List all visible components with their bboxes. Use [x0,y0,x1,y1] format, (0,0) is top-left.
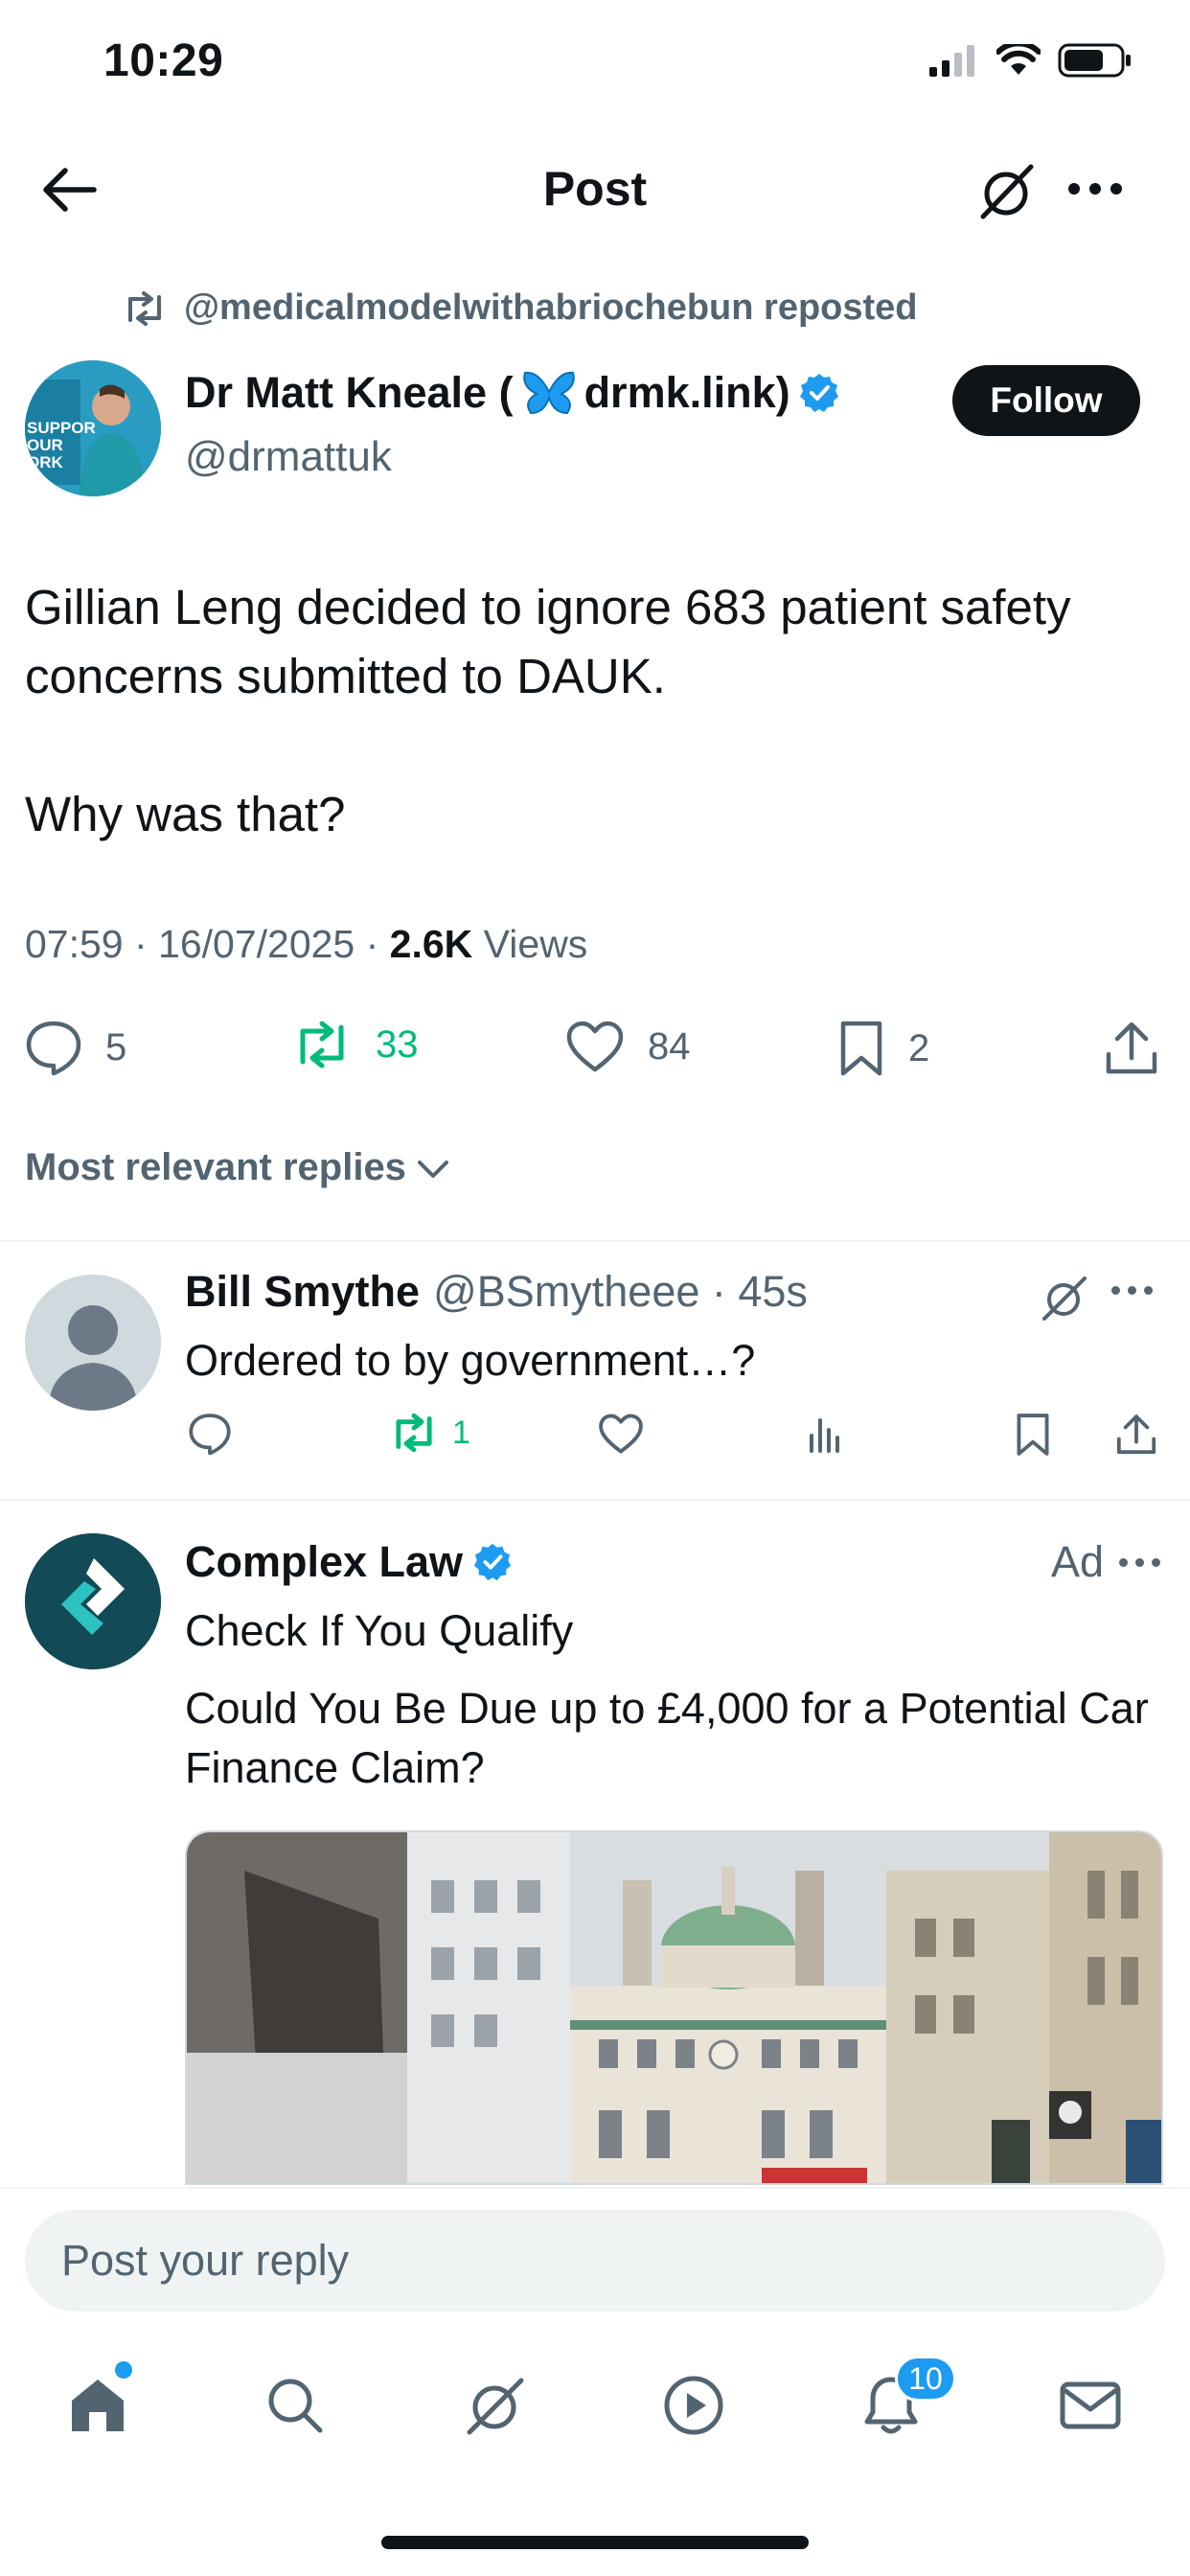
home-icon [72,2380,124,2431]
repost-icon [300,1021,344,1069]
tab-home[interactable] [59,2367,136,2444]
ad-advertiser[interactable]: Complex Law [185,1537,513,1587]
share-icon [1106,1022,1157,1074]
bookmark-count: 2 [908,1026,930,1070]
more-dot-icon [1089,183,1101,195]
post-text: Gillian Leng decided to ignore 683 patie… [25,580,1071,841]
sort-label: Most relevant replies [25,1146,406,1188]
reply-handle-time: @BSmytheee · 45s [433,1267,808,1316]
reply-bookmark-button[interactable] [1014,1413,1052,1457]
ad-headline: Check If You Qualify [185,1606,574,1655]
bookmark-button[interactable]: 2 [837,1020,929,1077]
like-count: 84 [648,1024,691,1068]
cellular-signal-icon [929,45,974,77]
verified-badge-icon [473,1543,512,1581]
more-dot-icon [1128,1286,1136,1295]
author-name-text: Dr Matt Kneale ( [185,368,514,417]
reply-author-name[interactable]: Bill Smythe [185,1267,420,1317]
more-dot-icon [1152,1558,1160,1567]
more-dot-icon [1135,1558,1144,1567]
author-handle[interactable]: @drmattuk [185,433,392,481]
reply-like-button[interactable] [598,1413,644,1455]
grok-icon [467,2378,524,2435]
more-dot-icon [1119,1558,1128,1567]
post-meta: 07:59 · 16/07/2025 · 2.6K Views [25,922,587,967]
like-button[interactable]: 84 [565,1020,691,1073]
reply-more-button[interactable] [1111,1286,1153,1295]
share-icon [1116,1414,1156,1455]
reply-input[interactable]: Post your reply [25,2210,1165,2312]
tab-messages[interactable] [1052,2367,1129,2444]
author-avatar[interactable]: SUPPOR OUR ORK [25,360,161,496]
repost-icon [396,1413,432,1453]
repost-indicator[interactable]: @medicalmodelwithabriochebun reposted [123,288,918,329]
divider [0,1499,1190,1501]
author-name-link-text: drmk.link) [584,368,790,417]
reply-grok-button[interactable] [1037,1271,1090,1324]
tab-search[interactable] [257,2367,333,2444]
replies-sort-dropdown[interactable]: Most relevant replies [25,1146,450,1189]
status-time: 10:29 [103,35,224,86]
share-button[interactable] [1104,1020,1159,1077]
repost-icon [128,290,161,326]
wifi-icon [996,44,1041,75]
notifications-badge: 10 [895,2356,956,2402]
reply-count: 5 [105,1025,127,1069]
home-indicator [381,2536,809,2549]
views-chart-icon [810,1418,839,1453]
reply-text: Ordered to by government…? [185,1336,756,1385]
tab-videos[interactable] [655,2367,732,2444]
heart-icon [566,1021,624,1072]
status-icons [929,42,1133,79]
reply-repost-button[interactable]: 1 [389,1413,470,1453]
ad-more-button[interactable] [1119,1558,1160,1567]
reply-avatar[interactable] [25,1275,161,1411]
comment-icon [189,1414,231,1455]
butterfly-icon [522,371,575,415]
follow-button[interactable]: Follow [952,365,1140,436]
bookmark-icon [840,1021,882,1076]
repost-button[interactable]: 33 [291,1020,419,1070]
verified-badge-icon [799,374,838,412]
ad-body: Could You Be Due up to £4,000 for a Pote… [185,1684,1149,1792]
grok-button[interactable] [973,159,1039,224]
reply-views-button[interactable] [807,1413,847,1453]
search-icon [268,2379,323,2433]
grok-icon [1042,1276,1087,1321]
reply-repost-count: 1 [452,1414,470,1451]
bookmark-icon [1017,1414,1049,1456]
ad-avatar[interactable] [25,1533,161,1669]
more-dot-icon [1111,1286,1120,1295]
more-dot-icon [1144,1286,1153,1295]
more-dot-icon [1068,183,1080,195]
reply-reply-button[interactable] [188,1413,232,1455]
play-circle-icon [664,2376,723,2435]
battery-icon [1058,43,1131,78]
views-label: Views [472,922,588,966]
more-dot-icon [1110,183,1122,195]
author-name[interactable]: Dr Matt Kneale ( drmk.link) [185,368,840,418]
reply-header: Bill Smythe @BSmytheee · 45s [185,1267,808,1317]
reply-button[interactable]: 5 [25,1020,126,1075]
home-notification-dot [115,2361,132,2379]
avatar-sign-text: SUPPOR OUR ORK [27,419,96,472]
tab-grok[interactable] [456,2367,533,2444]
chevron-down-icon [417,1160,448,1178]
views-count: 2.6K [389,922,473,966]
complex-law-logo-icon [25,1533,161,1669]
more-options-button[interactable] [1062,165,1129,213]
repost-count: 33 [376,1023,419,1066]
post-timestamp: 07:59 · 16/07/2025 · [25,922,390,966]
repost-text: @medicalmodelwithabriochebun reposted [184,288,918,328]
mail-icon [1060,2381,1121,2429]
ad-label: Ad [1051,1537,1105,1586]
reply-share-button[interactable] [1115,1413,1157,1457]
ad-image[interactable] [185,1830,1163,2185]
comment-icon [26,1021,81,1075]
divider [0,1240,1190,1242]
heart-icon [599,1414,643,1454]
grok-icon [980,164,1034,219]
ad-advertiser-name: Complex Law [185,1537,464,1586]
